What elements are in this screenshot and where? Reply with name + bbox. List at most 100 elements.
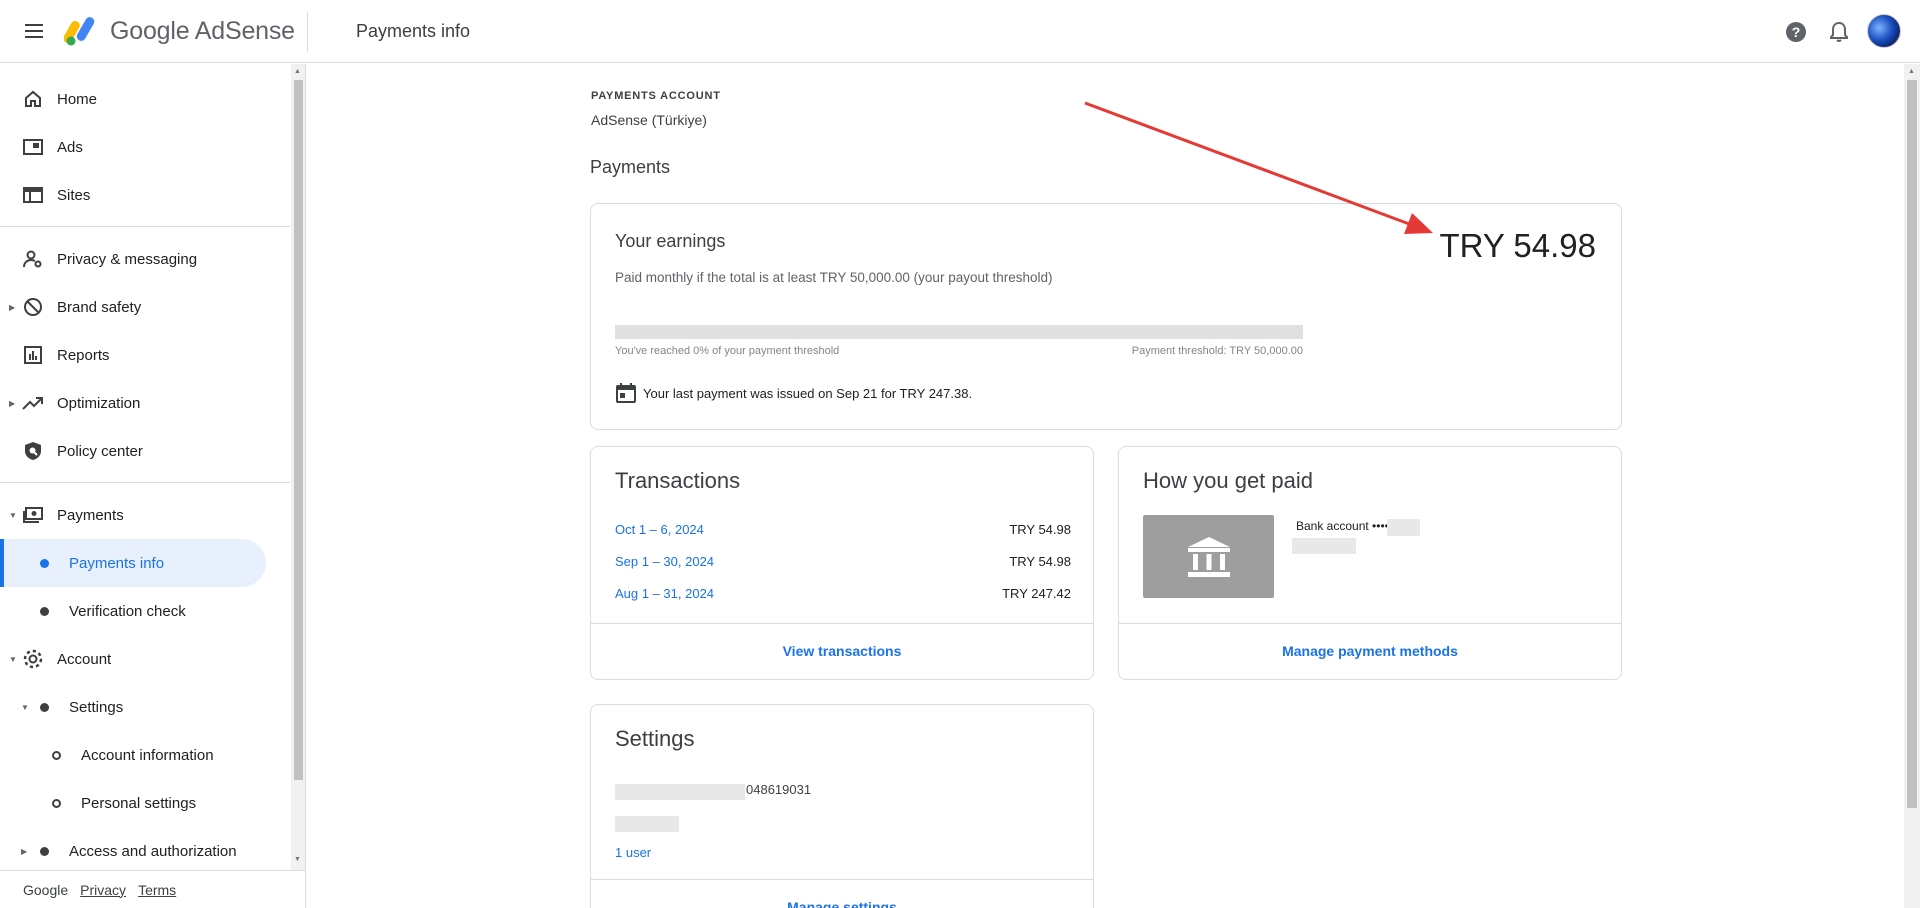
- sidebar-item-label: Account information: [81, 746, 214, 764]
- sidebar-item-brand-safety[interactable]: ▶ Brand safety: [0, 283, 290, 331]
- progress-reached-text: You've reached 0% of your payment thresh…: [615, 345, 840, 357]
- bullet-icon: [40, 558, 49, 568]
- sidebar: Home Ads Sites Privacy & messaging ▶ Bra…: [0, 64, 306, 908]
- how-you-get-paid-card: How you get paid Bank account •••• Manag…: [1118, 446, 1622, 680]
- sidebar-scrollbar-thumb[interactable]: [294, 80, 303, 780]
- sidebar-item-payments-info[interactable]: Payments info: [0, 539, 290, 587]
- bullet-icon: [40, 846, 49, 856]
- manage-settings-link[interactable]: Manage settings: [591, 899, 1093, 908]
- sidebar-item-optimization[interactable]: ▶ Optimization: [0, 379, 290, 427]
- privacy-icon: [22, 248, 44, 270]
- bank-icon: [1187, 536, 1230, 577]
- sidebar-item-payments[interactable]: ▼ Payments: [0, 491, 290, 539]
- sidebar-item-privacy-messaging[interactable]: Privacy & messaging: [0, 235, 290, 283]
- transaction-row: Aug 1 – 31, 2024 TRY 247.42: [615, 586, 1071, 606]
- view-transactions-link[interactable]: View transactions: [591, 643, 1093, 659]
- transaction-amount: TRY 54.98: [1009, 554, 1071, 569]
- brand-product: AdSense: [194, 17, 295, 45]
- sidebar-item-settings[interactable]: ▼ Settings: [0, 683, 290, 731]
- collapse-caret-icon[interactable]: ▼: [21, 703, 29, 712]
- footer-google: Google: [23, 881, 69, 898]
- help-icon[interactable]: ?: [1782, 18, 1810, 46]
- threshold-progress-bar: [615, 325, 1303, 339]
- sidebar-item-home[interactable]: Home: [0, 75, 290, 123]
- bank-account-label: Bank account ••••: [1296, 519, 1389, 533]
- home-icon: [22, 88, 44, 110]
- sidebar-item-label: Home: [57, 90, 98, 108]
- notifications-icon[interactable]: [1825, 18, 1853, 46]
- section-title: Payments: [590, 157, 671, 177]
- transaction-date-link[interactable]: Sep 1 – 30, 2024: [615, 554, 714, 569]
- page-title: Payments info: [356, 21, 471, 41]
- block-icon: [22, 296, 44, 318]
- payments-account-label: PAYMENTS ACCOUNT: [591, 90, 721, 102]
- main-scrollbar-thumb[interactable]: [1907, 80, 1917, 808]
- sidebar-item-label: Personal settings: [81, 794, 197, 812]
- sidebar-item-label: Payments: [57, 506, 124, 524]
- sidebar-item-label: Payments info: [69, 554, 165, 572]
- sidebar-item-verification-check[interactable]: Verification check: [0, 587, 290, 635]
- manage-payment-methods-link[interactable]: Manage payment methods: [1119, 643, 1621, 659]
- payments-account-name: AdSense (Türkiye): [591, 112, 707, 128]
- transaction-date-link[interactable]: Aug 1 – 31, 2024: [615, 586, 714, 601]
- sidebar-item-label: Settings: [69, 698, 124, 716]
- redacted-customer-id: [615, 784, 745, 800]
- sidebar-item-label: Optimization: [57, 394, 141, 412]
- menu-icon[interactable]: [22, 20, 46, 44]
- sidebar-item-personal-settings[interactable]: Personal settings: [0, 779, 290, 827]
- header-divider: [307, 12, 308, 52]
- sidebar-item-ads[interactable]: Ads: [0, 123, 290, 171]
- last-payment-text: Your last payment was issued on Sep 21 f…: [643, 386, 973, 401]
- trending-up-icon: [22, 392, 44, 414]
- transaction-row: Oct 1 – 6, 2024 TRY 54.98: [615, 522, 1071, 542]
- sidebar-item-label: Verification check: [69, 602, 186, 620]
- sidebar-item-account-information[interactable]: Account information: [0, 731, 290, 779]
- expand-caret-icon[interactable]: ▶: [9, 303, 15, 312]
- transactions-card: Transactions Oct 1 – 6, 2024 TRY 54.98 S…: [590, 446, 1094, 680]
- ads-icon: [22, 136, 44, 158]
- payments-icon: [22, 504, 44, 526]
- sites-icon: [22, 184, 44, 206]
- earnings-amount: TRY 54.98: [1439, 227, 1596, 264]
- nav-divider: [0, 482, 290, 483]
- settings-title: Settings: [615, 726, 695, 751]
- earnings-threshold-text: Paid monthly if the total is at least TR…: [615, 270, 1053, 285]
- sidebar-item-account[interactable]: ▼ Account: [0, 635, 290, 683]
- annotation-arrow: [1084, 101, 1433, 234]
- sidebar-nav: Home Ads Sites Privacy & messaging ▶ Bra…: [0, 64, 290, 870]
- bullet-icon: [40, 606, 49, 616]
- shield-search-icon: [22, 440, 44, 462]
- gear-icon: [22, 648, 44, 670]
- users-link[interactable]: 1 user: [615, 845, 651, 860]
- redacted-setting-value: [615, 816, 679, 832]
- sidebar-item-label: Privacy & messaging: [57, 250, 198, 268]
- privacy-link[interactable]: Privacy: [80, 882, 126, 898]
- card-divider: [1119, 623, 1621, 624]
- ring-bullet-icon: [52, 798, 61, 808]
- transaction-row: Sep 1 – 30, 2024 TRY 54.98: [615, 554, 1071, 574]
- customer-id-suffix: 048619031: [746, 782, 812, 797]
- terms-link[interactable]: Terms: [138, 882, 176, 898]
- scroll-up-arrow-icon[interactable]: ▲: [294, 68, 301, 75]
- scroll-up-arrow-icon[interactable]: ▲: [1908, 68, 1915, 75]
- sidebar-item-label: Brand safety: [57, 298, 142, 316]
- adsense-logo[interactable]: [64, 14, 100, 46]
- brand-name: Google AdSense: [110, 17, 295, 46]
- sidebar-item-reports[interactable]: Reports: [0, 331, 290, 379]
- sidebar-item-sites[interactable]: Sites: [0, 171, 290, 219]
- account-avatar[interactable]: [1867, 14, 1901, 48]
- sidebar-item-access-authorization[interactable]: ▶ Access and authorization: [0, 827, 290, 870]
- settings-card: Settings 048619031 1 user Manage setting…: [590, 704, 1094, 908]
- transaction-amount: TRY 54.98: [1009, 522, 1071, 537]
- bullet-icon: [40, 702, 49, 712]
- expand-caret-icon[interactable]: ▶: [21, 847, 27, 856]
- transaction-date-link[interactable]: Oct 1 – 6, 2024: [615, 522, 704, 537]
- sidebar-item-label: Policy center: [57, 442, 143, 460]
- svg-text:?: ?: [1792, 24, 1801, 40]
- expand-caret-icon[interactable]: ▶: [9, 399, 15, 408]
- collapse-caret-icon[interactable]: ▼: [9, 511, 17, 520]
- transactions-title: Transactions: [615, 468, 741, 493]
- collapse-caret-icon[interactable]: ▼: [9, 655, 17, 664]
- scroll-down-arrow-icon[interactable]: ▼: [294, 856, 301, 863]
- sidebar-item-policy-center[interactable]: Policy center: [0, 427, 290, 475]
